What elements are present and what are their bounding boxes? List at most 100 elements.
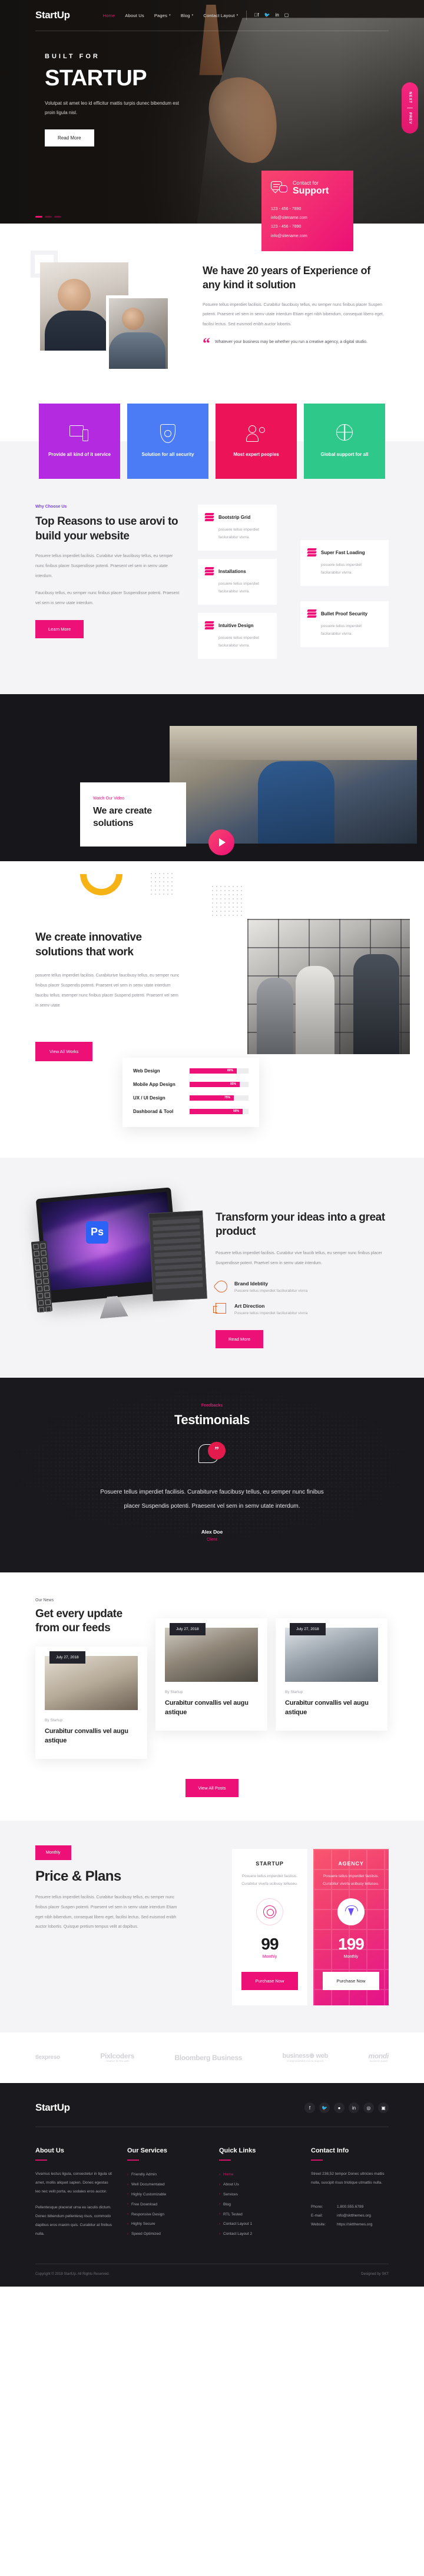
why-feature-title: Bootstrip Grid <box>218 515 251 520</box>
footer-service-link[interactable]: › Free Download <box>127 2200 205 2210</box>
client-logo-tlexpreso: tlexpreso <box>35 2054 60 2061</box>
pricing-grid: Monthly Price & Plans Posuere tellus imp… <box>35 1845 389 2005</box>
support-phone-1[interactable]: 123 - 456 - 7890 <box>271 205 344 214</box>
learn-more-button[interactable]: Learn More <box>35 620 84 639</box>
skill-row: UX / UI Design 75% <box>133 1095 249 1101</box>
nav-item-blog[interactable]: Blog ▾ <box>181 13 194 18</box>
footer-service-link[interactable]: › Well Documentated <box>127 2180 205 2190</box>
nav-item-about-us[interactable]: About Us <box>125 13 144 18</box>
twitter-icon[interactable]: 🐦 <box>319 2102 330 2114</box>
blog-post-card[interactable]: July 27, 2018 By Startup Curabitur conva… <box>276 1618 387 1731</box>
linkedin-icon[interactable]: in <box>349 2102 359 2114</box>
pinterest-icon[interactable]: ◎ <box>363 2102 374 2114</box>
hero-dot-2[interactable] <box>45 216 52 218</box>
testimonials-section: Feedbacks Testimonials ” Posuere tellus … <box>0 1377 424 1572</box>
skill-value: 90% <box>233 1109 239 1113</box>
blog-post-title[interactable]: Curabitur convallis vel augu astique <box>45 1727 138 1746</box>
footer-quick-link[interactable]: › Services <box>219 2190 297 2200</box>
why-feature-card[interactable]: Intuitive Design posuere tellus imperdie… <box>198 613 277 659</box>
footer-contact-value[interactable]: https://sktthemes.org <box>337 2221 372 2230</box>
footer-link-label: Speed Optimized <box>131 2232 161 2237</box>
why-feature-card[interactable]: Installations posuere tellus imperdiet f… <box>198 559 277 605</box>
plan-price: 99 <box>261 1934 279 1953</box>
footer-contact-value[interactable]: info@sktthemes.org <box>337 2212 371 2221</box>
footer-contact-key: E-mail: <box>311 2213 323 2218</box>
hero-title: STARTUP <box>45 66 147 91</box>
footer-link-label: Well Documentated <box>131 2182 165 2187</box>
footer-service-link[interactable]: › Highly Customizable <box>127 2190 205 2200</box>
why-paragraph-2: Faucibusy tellus, eu semper nunc finibus… <box>35 591 180 605</box>
footer-quick-link[interactable]: › Contact Layout 1 <box>219 2220 297 2230</box>
footer-quick-link[interactable]: › RTL Tested <box>219 2210 297 2220</box>
service-tile-global-support[interactable]: Global support for all <box>304 404 385 479</box>
hero-read-more-button[interactable]: Read More <box>45 129 94 146</box>
pen-tool-icon <box>337 1898 365 1925</box>
footer-logo[interactable]: StartUp <box>35 2102 70 2114</box>
blog-post-title[interactable]: Curabitur convallis vel augu astique <box>165 1698 258 1718</box>
site-logo[interactable]: StartUp <box>35 9 70 21</box>
support-phone-2[interactable]: 123 - 456 - 7890 <box>271 222 344 231</box>
why-feature-card[interactable]: Super Fast Loading posuere tellus imperd… <box>300 540 389 586</box>
view-all-posts-button[interactable]: View All Posts <box>185 1778 239 1797</box>
service-tiles: Provide all kind of it service Solution … <box>35 404 389 479</box>
nav-item-pages-label: Pages <box>154 12 168 18</box>
support-email-1[interactable]: info@sitename.com <box>271 214 344 222</box>
footer-service-link[interactable]: › Friendly Admin <box>127 2170 205 2180</box>
linkedin-icon[interactable]: in <box>276 13 279 18</box>
why-feature-text: posuere tellus imperdiet facilurabitur v… <box>218 636 260 648</box>
client-logo-name: Pixlcoders <box>100 2051 134 2060</box>
service-tile-expert-people[interactable]: Most expert peoples <box>216 404 297 479</box>
footer-service-link[interactable]: › Speed Optimized <box>127 2230 205 2240</box>
transform-visual: Ps <box>31 1187 207 1338</box>
innovative-left: We create innovative solutions that work… <box>35 898 183 1061</box>
skill-label: Web Design <box>133 1068 160 1074</box>
play-button-icon[interactable] <box>208 829 234 855</box>
footer-bottom: Copyright © 2018 StartUp. All Rights Res… <box>35 2263 389 2287</box>
footer-service-link[interactable]: › Highly Secure <box>127 2220 205 2230</box>
slider-prev-label[interactable]: PREV <box>408 112 412 124</box>
blog-post-date: July 27, 2018 <box>170 1622 206 1635</box>
blog-post-author: By Startup <box>285 1689 303 1694</box>
facebook-icon[interactable]: f <box>304 2102 315 2114</box>
blog-post-card[interactable]: July 27, 2018 By Startup Curabitur conva… <box>155 1618 267 1731</box>
slider-next-label[interactable]: NEXT <box>408 92 412 104</box>
skype-icon[interactable]: ▣ <box>378 2102 389 2114</box>
footer-contact-value[interactable]: 1.800.555.6789 <box>337 2203 363 2212</box>
hero-slider-dots[interactable] <box>35 216 61 218</box>
footer-link-label: Responsive Design <box>131 2212 165 2217</box>
footer-quick-link[interactable]: › Blog <box>219 2200 297 2210</box>
nav-item-contact-layout[interactable]: Contact Layout ▾ <box>203 13 238 18</box>
instagram-icon[interactable]: ▢ <box>284 13 289 18</box>
purchase-now-button[interactable]: Purchase Now <box>323 1971 379 1990</box>
service-tile-it-service[interactable]: Provide all kind of it service <box>39 404 120 479</box>
blog-post-card[interactable]: July 27, 2018 By Startup Curabitur conva… <box>35 1646 147 1759</box>
slider-nav-control[interactable]: NEXT PREV <box>402 82 418 134</box>
footer-service-link[interactable]: › Responsive Design <box>127 2210 205 2220</box>
support-email-2[interactable]: info@sitename.com <box>271 232 344 241</box>
why-feature-card[interactable]: Bullet Proof Security posuere tellus imp… <box>300 601 389 647</box>
service-tile-security[interactable]: Solution for all security <box>127 404 208 479</box>
hero-dot-1[interactable] <box>35 216 42 218</box>
footer-quick-link[interactable]: › Contact Layout 2 <box>219 2230 297 2240</box>
plan-name: AGENCY <box>338 1860 364 1867</box>
dribbble-icon[interactable]: ● <box>334 2102 344 2114</box>
hero-dot-3[interactable] <box>54 216 61 218</box>
why-right-column: Bootstrip Grid posuere tellus imperdiet … <box>198 505 389 667</box>
nav-item-home[interactable]: Home <box>103 13 115 18</box>
purchase-now-button[interactable]: Purchase Now <box>241 1971 298 1990</box>
why-feature-card[interactable]: Bootstrip Grid posuere tellus imperdiet … <box>198 505 277 551</box>
transform-read-more-button[interactable]: Read More <box>216 1329 264 1348</box>
view-all-works-button[interactable]: View All Works <box>35 1041 93 1061</box>
nav-item-pages[interactable]: Pages ▾ <box>154 13 171 18</box>
blog-post-title[interactable]: Curabitur convallis vel augu astique <box>285 1698 378 1718</box>
chevron-down-icon: ▾ <box>236 14 238 17</box>
pricing-cycle-badge[interactable]: Monthly <box>35 1845 71 1860</box>
footer-quick-link[interactable]: › About Us <box>219 2180 297 2190</box>
facebook-icon[interactable]: f <box>254 13 259 18</box>
footer-quick-link-home[interactable]: › Home <box>219 2170 297 2180</box>
chevron-right-icon: › <box>219 2182 220 2187</box>
support-subtitle: Contact for <box>293 180 319 186</box>
skill-value: 75% <box>224 1095 230 1099</box>
twitter-icon[interactable]: 🐦 <box>264 13 270 18</box>
client-logo-pixlcoders: Pixlcoders creative for the web <box>100 2052 134 2063</box>
